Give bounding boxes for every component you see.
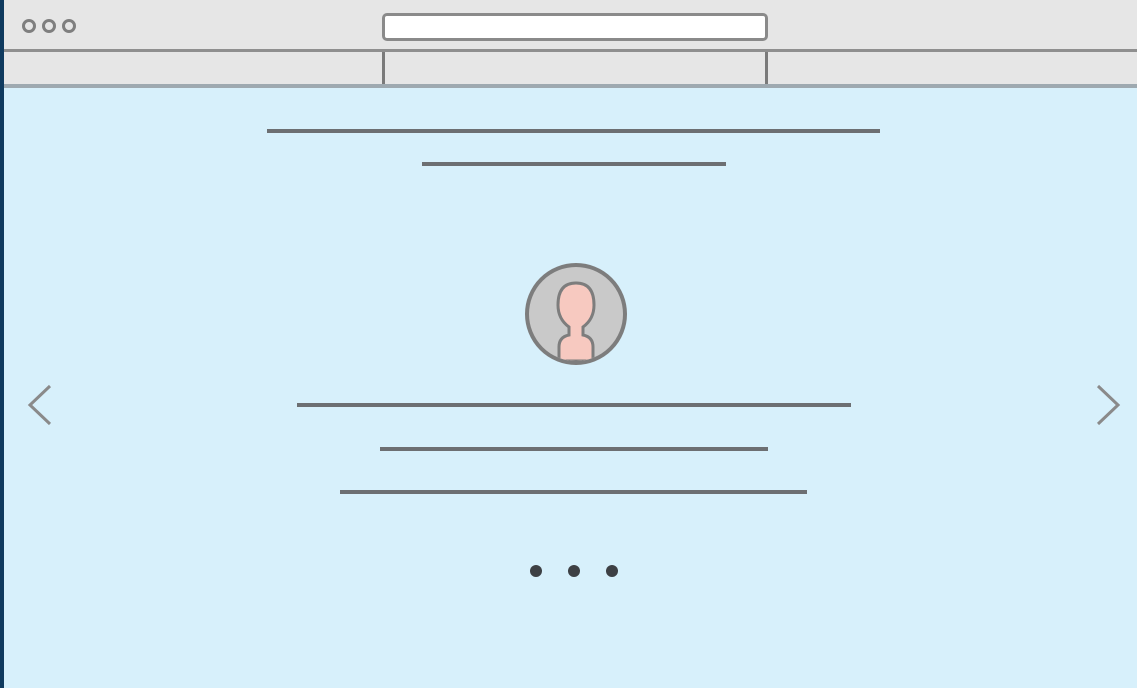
subheading-placeholder-line [422, 162, 726, 166]
pagination-dot-1[interactable] [530, 565, 542, 577]
user-avatar-icon [525, 263, 627, 365]
description-line-1 [297, 403, 851, 407]
title-bar [4, 0, 1137, 52]
minimize-window-button[interactable] [42, 19, 56, 33]
heading-placeholder-line [267, 129, 880, 133]
pagination-dot-3[interactable] [606, 565, 618, 577]
chevron-left-icon[interactable] [24, 382, 54, 428]
maximize-window-button[interactable] [62, 19, 76, 33]
address-bar[interactable] [382, 13, 768, 41]
browser-window [4, 0, 1137, 688]
close-window-button[interactable] [22, 19, 36, 33]
tab-divider-right [765, 52, 768, 84]
tab-strip [4, 52, 1137, 88]
chevron-right-icon[interactable] [1094, 382, 1124, 428]
active-tab[interactable] [385, 52, 765, 84]
description-line-2 [380, 447, 768, 451]
description-line-3 [340, 490, 807, 494]
pagination-dot-2[interactable] [568, 565, 580, 577]
